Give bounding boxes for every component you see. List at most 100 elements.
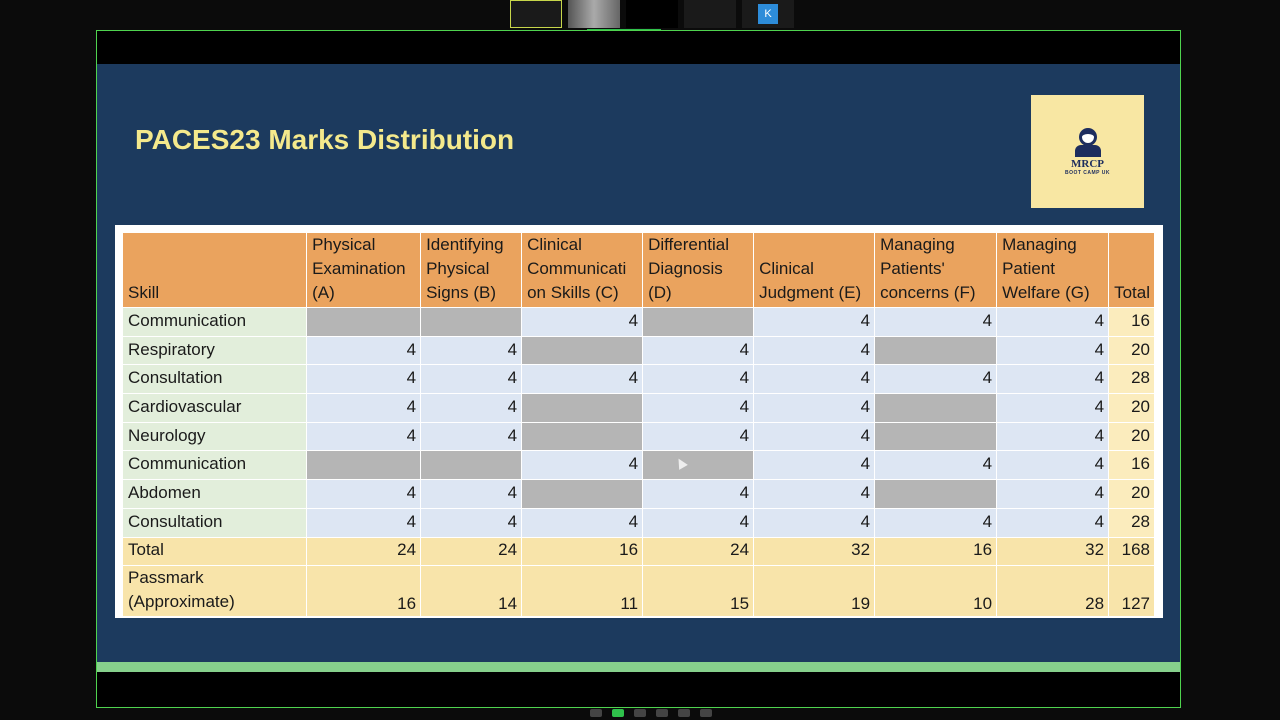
mark-cell: 24: [306, 536, 422, 567]
mark-cell: 4: [753, 335, 876, 366]
mark-cell: 4: [521, 507, 644, 538]
participant-thumbnail[interactable]: [684, 0, 736, 28]
logo-main-text: MRCP: [1071, 157, 1104, 170]
doctor-body-icon: [1074, 144, 1101, 157]
mark-cell: 4: [874, 364, 998, 395]
meeting-toolbar: [590, 709, 712, 717]
mark-cell: 19: [753, 565, 876, 618]
mark-cell: 4: [753, 507, 876, 538]
mark-cell: 4: [996, 364, 1110, 395]
skill-cell: Cardiovascular: [121, 393, 308, 423]
empty-cell: [642, 307, 755, 337]
participants-button[interactable]: [590, 709, 602, 717]
mark-cell: 24: [420, 536, 523, 567]
column-header: Managing Patient Welfare (G): [996, 232, 1110, 308]
column-header: Total: [1108, 232, 1155, 308]
chat-button[interactable]: [634, 709, 646, 717]
mark-cell: 4: [996, 335, 1110, 366]
share-screen-button[interactable]: [612, 709, 624, 717]
column-header: Managing Patients' concerns (F): [874, 232, 998, 308]
total-cell: 16: [1108, 307, 1155, 337]
table-row: Respiratory 4 4 4 4 4 20: [121, 335, 1155, 366]
header-row: Skill Physical Examination (A) Identifying…: [121, 232, 1155, 308]
skill-cell: Communication: [121, 450, 308, 481]
mark-cell: 10: [874, 565, 998, 618]
mark-cell: 4: [753, 364, 876, 395]
total-cell: 20: [1108, 479, 1155, 509]
empty-cell: [306, 450, 422, 481]
slide-title: PACES23 Marks Distribution: [135, 124, 515, 155]
more-button[interactable]: [700, 709, 712, 717]
column-header: Skill: [121, 232, 308, 308]
reactions-button[interactable]: [656, 709, 668, 717]
table-row: Cardiovascular 4 4 4 4 4 20: [121, 393, 1155, 423]
skill-cell: Consultation: [121, 507, 308, 538]
participant-thumbnail[interactable]: [626, 0, 678, 28]
participant-thumbnail[interactable]: [510, 0, 562, 28]
mark-cell: 4: [642, 421, 755, 452]
mark-cell: 4: [306, 335, 422, 366]
participant-avatar: K: [758, 4, 778, 24]
empty-cell: [521, 421, 644, 452]
marks-distribution-table: Skill Physical Examination (A) Identifying…: [121, 232, 1155, 618]
mark-cell: 4: [996, 479, 1110, 509]
column-header: Differential Diagnosis (D): [642, 232, 755, 308]
mark-cell: 4: [306, 393, 422, 423]
table-row: Neurology 4 4 4 4 4 20: [121, 421, 1155, 452]
table-row: Abdomen 4 4 4 4 4 20: [121, 479, 1155, 509]
empty-cell: [874, 335, 998, 366]
mark-cell: 4: [306, 364, 422, 395]
participant-thumbnail[interactable]: K: [742, 0, 794, 28]
empty-cell: [420, 450, 523, 481]
table-row: Communication 4 4 4 4 16: [121, 450, 1155, 481]
empty-cell: [420, 307, 523, 337]
mark-cell: 24: [642, 536, 755, 567]
slide-footer-bar: [97, 662, 1180, 672]
skill-cell: Abdomen: [121, 479, 308, 509]
mark-cell: 11: [521, 565, 644, 618]
table-row: Passmark (Approximate) 16 14 11 15 19 10 28 127: [121, 565, 1155, 618]
column-header: Clinical Communicati on Skills (C): [521, 232, 644, 308]
mark-cell: 4: [521, 450, 644, 481]
total-cell: 168: [1108, 536, 1155, 567]
skill-cell: Total: [121, 536, 308, 567]
empty-cell: [521, 335, 644, 366]
total-cell: 28: [1108, 364, 1155, 395]
settings-button[interactable]: [678, 709, 690, 717]
skill-cell: Respiratory: [121, 335, 308, 366]
skill-cell: Passmark (Approximate): [121, 565, 308, 618]
mark-cell: 4: [642, 364, 755, 395]
mark-cell: 4: [874, 450, 998, 481]
table-row: Consultation 4 4 4 4 4 4 4 28: [121, 364, 1155, 395]
empty-cell: [642, 450, 755, 481]
mark-cell: 16: [874, 536, 998, 567]
table-row: Communication 4 4 4 4 16: [121, 307, 1155, 337]
mark-cell: 4: [996, 393, 1110, 423]
skill-cell: Neurology: [121, 421, 308, 452]
mark-cell: 4: [996, 307, 1110, 337]
column-header: Physical Examination (A): [306, 232, 422, 308]
doctor-icon: [1078, 127, 1097, 146]
skill-cell: Consultation: [121, 364, 308, 395]
mark-cell: 4: [874, 307, 998, 337]
mark-cell: 4: [306, 507, 422, 538]
total-cell: 20: [1108, 393, 1155, 423]
mark-cell: 4: [996, 450, 1110, 481]
mark-cell: 32: [753, 536, 876, 567]
participant-thumbnail[interactable]: [568, 0, 620, 28]
mark-cell: 4: [420, 479, 523, 509]
mark-cell: 4: [420, 393, 523, 423]
mark-cell: 4: [642, 393, 755, 423]
mrcp-logo: MRCP BOOT CAMP UK: [1031, 95, 1144, 208]
mark-cell: 4: [753, 421, 876, 452]
total-cell: 127: [1108, 565, 1155, 618]
mark-cell: 4: [642, 479, 755, 509]
mark-cell: 4: [420, 364, 523, 395]
mark-cell: 4: [753, 479, 876, 509]
total-cell: 16: [1108, 450, 1155, 481]
column-header: Clinical Judgment (E): [753, 232, 876, 308]
mark-cell: 28: [996, 565, 1110, 618]
empty-cell: [874, 421, 998, 452]
marks-table-container: Skill Physical Examination (A) Identifying…: [115, 225, 1163, 618]
mark-cell: 32: [996, 536, 1110, 567]
